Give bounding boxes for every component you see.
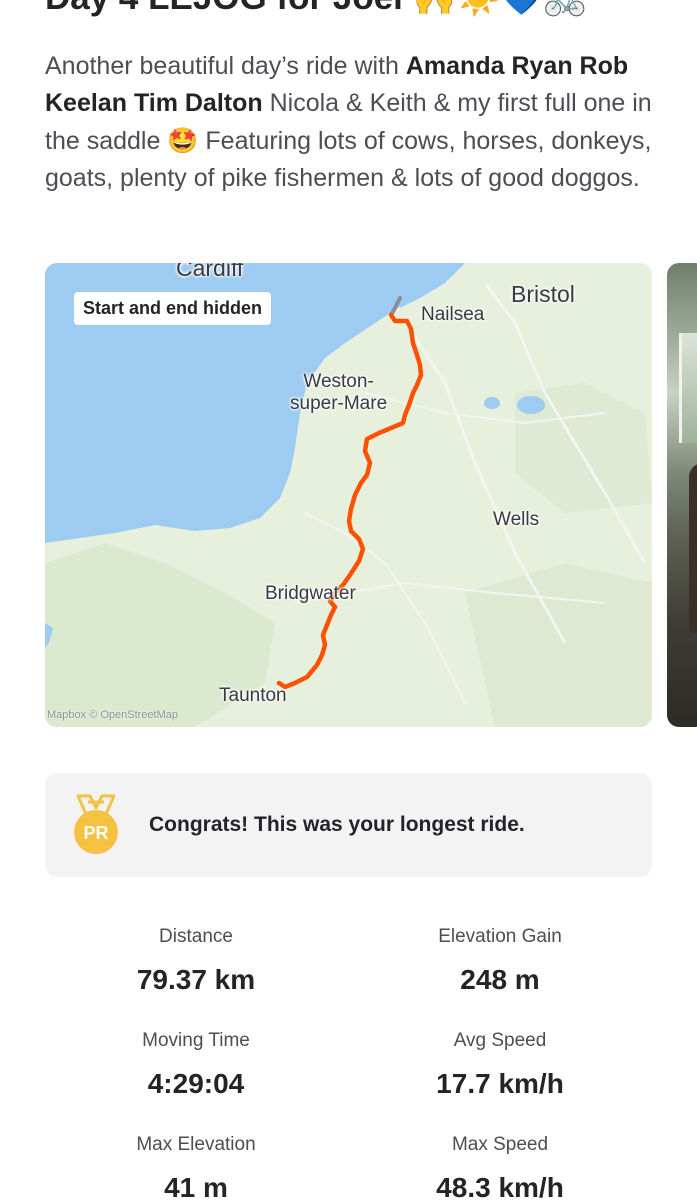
stat-value: 41 m bbox=[164, 1172, 228, 1200]
place-label: Wells bbox=[493, 509, 540, 530]
map-canvas bbox=[45, 263, 652, 727]
stat-distance: Distance 79.37 km bbox=[46, 925, 346, 997]
place-label: Bristol bbox=[511, 281, 575, 307]
stat-label: Moving Time bbox=[142, 1030, 250, 1051]
privacy-badge: Start and end hidden bbox=[74, 292, 272, 325]
tagged-athlete-link[interactable]: Tim Dalton bbox=[134, 89, 263, 117]
tagged-athlete-link[interactable]: Amanda Ryan bbox=[406, 52, 573, 80]
place-label: Taunton bbox=[219, 685, 287, 706]
photo-subject bbox=[689, 463, 697, 633]
activity-title-text: Day 4 LEJOG for Joel bbox=[45, 0, 403, 17]
place-label: Nailsea bbox=[421, 304, 485, 325]
activity-title: Day 4 LEJOG for Joel 🙌☀️💙🚲 bbox=[45, 0, 685, 18]
stat-label: Elevation Gain bbox=[438, 926, 562, 947]
description-text: Another beautiful day’s ride with bbox=[45, 52, 406, 80]
place-label: Cardiff bbox=[176, 263, 244, 281]
achievement-card[interactable]: PR Congrats! This was your longest ride. bbox=[45, 773, 652, 877]
stat-label: Max Elevation bbox=[136, 1134, 256, 1155]
pr-medal-icon: PR bbox=[74, 794, 118, 854]
pr-badge-text: PR bbox=[83, 823, 108, 843]
stat-label: Distance bbox=[159, 926, 233, 947]
stat-value: 4:29:04 bbox=[147, 1068, 245, 1099]
route-map[interactable]: Cardiff Bristol Nailsea Weston- super-Ma… bbox=[45, 263, 652, 727]
star-struck-emoji: 🤩 bbox=[167, 126, 199, 155]
activity-photo[interactable] bbox=[667, 263, 697, 727]
stat-max-speed: Max Speed 48.3 km/h bbox=[350, 1133, 650, 1200]
place-label: Weston- super-Mare bbox=[290, 371, 388, 414]
stat-label: Avg Speed bbox=[453, 1030, 547, 1051]
activity-description: Another beautiful day’s ride with Amanda… bbox=[45, 48, 665, 197]
stat-value: 17.7 km/h bbox=[436, 1068, 564, 1099]
stat-elevation-gain: Elevation Gain 248 m bbox=[350, 925, 650, 997]
photo-background bbox=[679, 333, 697, 443]
stat-moving-time: Moving Time 4:29:04 bbox=[46, 1029, 346, 1101]
stat-value: 248 m bbox=[460, 964, 540, 995]
stat-value: 79.37 km bbox=[136, 964, 256, 995]
map-attribution[interactable]: Mapbox © OpenStreetMap bbox=[47, 709, 178, 721]
stat-avg-speed: Avg Speed 17.7 km/h bbox=[350, 1029, 650, 1101]
stat-value: 48.3 km/h bbox=[436, 1172, 564, 1200]
place-label: Bridgwater bbox=[265, 583, 356, 604]
achievement-message: Congrats! This was your longest ride. bbox=[149, 813, 525, 836]
stat-max-elevation: Max Elevation 41 m bbox=[46, 1133, 346, 1200]
stat-label: Max Speed bbox=[451, 1134, 549, 1155]
title-emojis: 🙌☀️💙🚲 bbox=[413, 0, 587, 18]
